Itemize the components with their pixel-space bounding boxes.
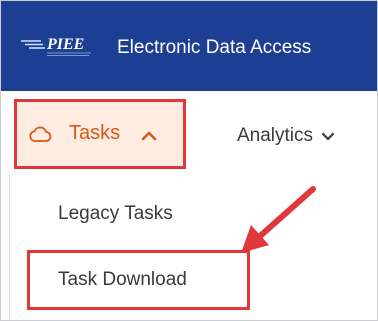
nav-tab-tasks-label: Tasks [69, 122, 121, 144]
nav-tab-analytics-label: Analytics [237, 125, 314, 146]
menu-item-legacy-tasks[interactable]: Legacy Tasks [58, 203, 173, 225]
nav-tab-analytics[interactable]: Analytics [237, 121, 335, 151]
menu-item-task-download[interactable]: Task Download [27, 250, 250, 310]
app-header: PIEE Electronic Data Access [1, 1, 377, 91]
nav-tab-tasks[interactable]: Tasks [14, 99, 186, 169]
cloud-icon [29, 126, 52, 142]
callout-arrow-icon [241, 186, 316, 253]
piee-logo: PIEE [21, 36, 91, 56]
menu-item-task-download-label: Task Download [58, 269, 187, 290]
chevron-up-icon [141, 131, 157, 141]
app-window: PIEE Electronic Data Access Tasks Analyt… [0, 0, 378, 321]
app-title: Electronic Data Access [117, 37, 312, 58]
chevron-down-icon [321, 132, 335, 141]
svg-text:PIEE: PIEE [46, 36, 84, 53]
